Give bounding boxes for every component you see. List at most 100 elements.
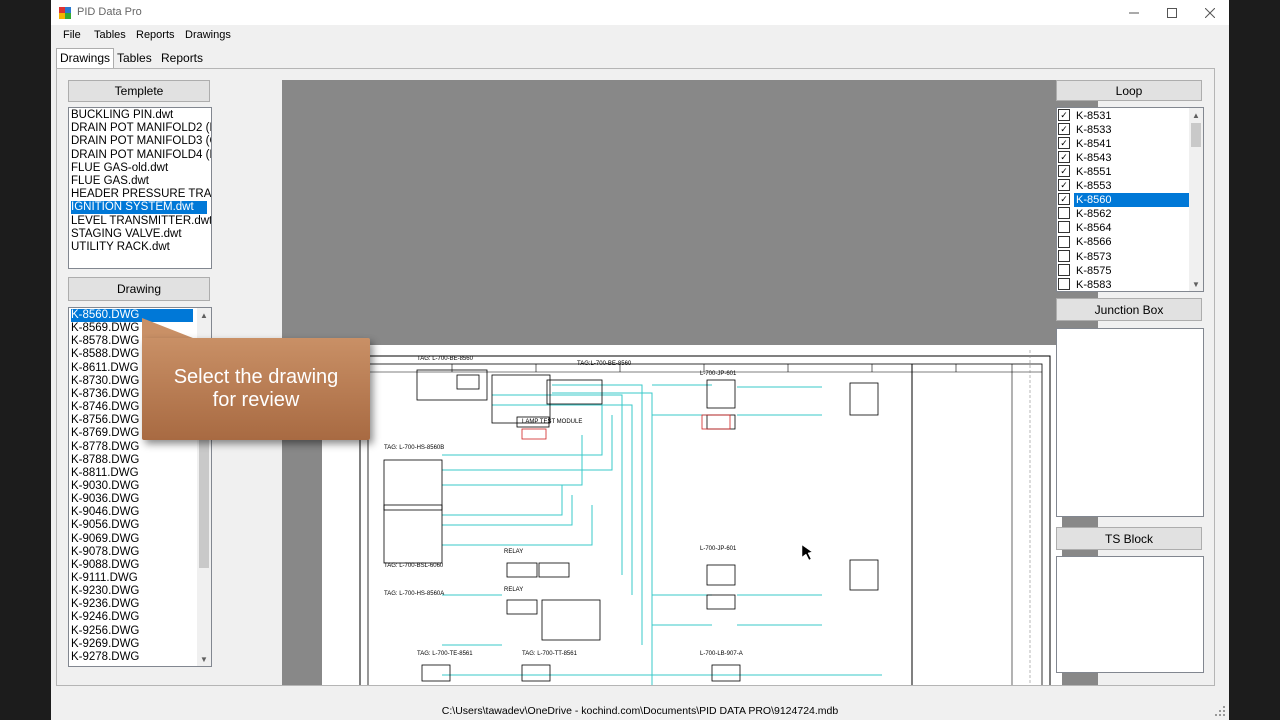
- minimize-button[interactable]: [1115, 0, 1153, 25]
- loop-list-scrollbar[interactable]: ▲ ▼: [1189, 108, 1203, 291]
- menu-bar: File Tables Reports Drawings: [51, 25, 1229, 45]
- drawing-tag-label: L-700-JP-601: [700, 371, 737, 377]
- loop-item[interactable]: K-8575: [1058, 263, 1113, 278]
- template-item[interactable]: HEADER PRESSURE TRAI: [71, 188, 211, 201]
- loop-item-label: K-8551: [1076, 166, 1112, 179]
- checkbox-checked-icon[interactable]: ✓: [1058, 123, 1070, 136]
- tab-reports[interactable]: Reports: [158, 51, 206, 65]
- drawing-button[interactable]: Drawing: [68, 277, 210, 301]
- checkbox-unchecked-icon[interactable]: [1058, 249, 1070, 262]
- loop-item[interactable]: K-8573: [1058, 249, 1113, 264]
- callout-line-1: Select the drawing: [173, 366, 339, 388]
- drawing-item[interactable]: K-9078.DWG: [71, 546, 193, 559]
- checkbox-checked-icon[interactable]: ✓: [1058, 165, 1070, 178]
- loop-item[interactable]: ✓ K-8551: [1058, 165, 1113, 179]
- menu-reports[interactable]: Reports: [136, 29, 175, 41]
- template-list[interactable]: BUCKLING PIN.dwt DRAIN POT MANIFOLD2 (B DR…: [68, 107, 212, 269]
- loop-item[interactable]: ✓ K-8531: [1058, 109, 1113, 123]
- drawing-viewer[interactable]: TAG: L-700-BE-8560 TAG:L-700-BE-8560 L-700…: [282, 80, 1098, 685]
- scroll-thumb[interactable]: [1191, 123, 1201, 147]
- template-item[interactable]: STAGING VALVE.dwt: [71, 228, 207, 241]
- loop-item-label: K-8543: [1076, 152, 1112, 165]
- scroll-down-icon[interactable]: ▼: [197, 652, 211, 666]
- checkbox-checked-icon[interactable]: ✓: [1058, 179, 1070, 192]
- drawing-item[interactable]: K-9036.DWG: [71, 493, 193, 506]
- drawing-item[interactable]: K-9230.DWG: [71, 585, 193, 598]
- junction-box-list[interactable]: [1056, 328, 1204, 517]
- menu-drawings[interactable]: Drawings: [185, 29, 231, 41]
- loop-item-label: K-8560: [1074, 193, 1191, 208]
- loop-item[interactable]: ✓ K-8553: [1058, 179, 1113, 193]
- loop-checklist[interactable]: K-8583 K-8575 K-8573 K-8566 K-8564 K-8562 ✓ K-8…: [1056, 107, 1204, 292]
- loop-item[interactable]: K-8566: [1058, 235, 1113, 249]
- drawing-tag-label: TAG:L-700-BE-8560: [577, 361, 632, 367]
- title-bar: PID Data Pro: [51, 0, 1229, 25]
- loop-item-label: K-8533: [1076, 124, 1112, 137]
- drawing-tag-label: TAG: L-700-BSL-6060: [384, 563, 444, 569]
- template-item[interactable]: DRAIN POT MANIFOLD2 (B: [71, 122, 211, 135]
- template-item[interactable]: UTILITY RACK.dwt: [71, 241, 207, 254]
- drawing-item[interactable]: K-9069.DWG: [71, 533, 193, 546]
- drawing-item[interactable]: K-9056.DWG: [71, 519, 193, 532]
- drawing-tag-label: L-700-LB-907-A: [700, 651, 743, 657]
- database-path: C:\Users\tawadev\OneDrive - kochind.com\…: [441, 705, 839, 717]
- template-item[interactable]: DRAIN POT MANIFOLD3 (C: [71, 135, 211, 148]
- scroll-down-icon[interactable]: ▼: [1189, 277, 1203, 291]
- ts-block-list[interactable]: [1056, 556, 1204, 673]
- scroll-up-icon[interactable]: ▲: [1189, 108, 1203, 122]
- checkbox-checked-icon[interactable]: ✓: [1058, 151, 1070, 164]
- template-button[interactable]: Templete: [68, 80, 210, 102]
- junction-box-button[interactable]: Junction Box: [1056, 298, 1202, 321]
- tab-tables[interactable]: Tables: [114, 51, 155, 65]
- drawing-item[interactable]: K-9278.DWG: [71, 651, 193, 664]
- drawing-item[interactable]: K-9111.DWG: [71, 572, 193, 585]
- checkbox-unchecked-icon[interactable]: [1058, 207, 1070, 220]
- drawing-item[interactable]: K-9236.DWG: [71, 598, 193, 611]
- loop-item[interactable]: ✓ K-8533: [1058, 123, 1113, 137]
- drawing-item[interactable]: K-9246.DWG: [71, 611, 193, 624]
- drawing-item[interactable]: K-9088.DWG: [71, 559, 193, 572]
- drawing-tag-label: TAG: L-700-BE-8560: [417, 356, 474, 362]
- tab-drawings[interactable]: Drawings: [56, 48, 115, 68]
- loop-item[interactable]: ✓ K-8560: [1058, 193, 1191, 208]
- checkbox-unchecked-icon[interactable]: [1058, 221, 1070, 234]
- menu-tables[interactable]: Tables: [94, 29, 126, 41]
- close-button[interactable]: [1191, 0, 1229, 25]
- loop-item[interactable]: K-8583: [1058, 277, 1113, 291]
- drawing-tag-label: TAG: L-700-HS-8560B: [384, 445, 444, 451]
- loop-item[interactable]: K-8562: [1058, 207, 1113, 221]
- checkbox-checked-icon[interactable]: ✓: [1058, 193, 1070, 206]
- drawing-item[interactable]: K-8788.DWG: [71, 454, 193, 467]
- template-item[interactable]: BUCKLING PIN.dwt: [71, 109, 207, 122]
- drawing-item[interactable]: K-9269.DWG: [71, 638, 193, 651]
- resize-grip-icon[interactable]: [1215, 706, 1225, 716]
- template-item[interactable]: FLUE GAS.dwt: [71, 175, 207, 188]
- drawing-item[interactable]: K-8811.DWG: [71, 467, 193, 480]
- drawing-item[interactable]: K-9030.DWG: [71, 480, 193, 493]
- drawing-item[interactable]: K-9256.DWG: [71, 625, 193, 638]
- checkbox-unchecked-icon[interactable]: [1058, 235, 1070, 248]
- template-item[interactable]: DRAIN POT MANIFOLD4 (D: [71, 149, 211, 162]
- drawing-item[interactable]: K-8778.DWG: [71, 441, 193, 454]
- checkbox-unchecked-icon[interactable]: [1058, 263, 1070, 276]
- ts-block-button[interactable]: TS Block: [1056, 527, 1202, 550]
- scroll-up-icon[interactable]: ▲: [197, 308, 211, 322]
- tutorial-callout: Select the drawing for review: [142, 338, 370, 440]
- checkbox-checked-icon[interactable]: ✓: [1058, 109, 1070, 122]
- menu-file[interactable]: File: [63, 29, 81, 41]
- loop-item[interactable]: ✓ K-8543: [1058, 151, 1113, 165]
- loop-item-label: K-8566: [1076, 236, 1112, 249]
- drawing-tag-label: LAMP TEST MODULE: [522, 419, 582, 425]
- template-item[interactable]: LEVEL TRANSMITTER.dwt: [71, 215, 211, 228]
- checkbox-unchecked-icon[interactable]: [1058, 277, 1070, 290]
- checkbox-checked-icon[interactable]: ✓: [1058, 137, 1070, 150]
- loop-button[interactable]: Loop: [1056, 80, 1202, 101]
- drawing-tag-label: TAG: L-700-TE-8561: [417, 651, 473, 657]
- loop-item[interactable]: ✓ K-8541: [1058, 137, 1113, 151]
- template-item[interactable]: FLUE GAS-old.dwt: [71, 162, 207, 175]
- drawing-tag-label: TAG: L-700-HS-8560A: [384, 591, 444, 597]
- drawing-item[interactable]: K-9046.DWG: [71, 506, 193, 519]
- maximize-button[interactable]: [1153, 0, 1191, 25]
- template-item[interactable]: IGNITION SYSTEM.dwt: [71, 201, 207, 215]
- loop-item[interactable]: K-8564: [1058, 221, 1113, 235]
